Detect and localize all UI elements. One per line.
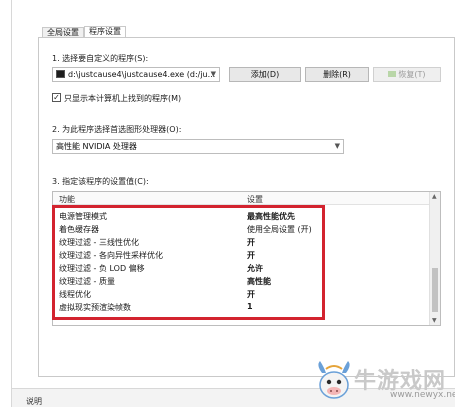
select-program-label: 1. 选择要自定义的程序(S): xyxy=(52,54,149,63)
watermark-url: www.newyx.net xyxy=(390,390,455,400)
show-local-programs-label: 只显示本计算机上找到的程序(M) xyxy=(64,94,182,103)
select-gpu-label: 2. 为此程序选择首选图形处理器(O): xyxy=(52,125,182,134)
remove-program-button[interactable]: 删除(R) xyxy=(305,67,369,82)
show-local-programs-checkbox[interactable]: ✓ xyxy=(52,93,61,102)
specify-settings-label: 3. 指定该程序的设置值(C): xyxy=(52,177,149,186)
scrollbar-thumb[interactable] xyxy=(432,268,438,312)
gpu-processor-select[interactable]: 高性能 NVIDIA 处理器 ▼ xyxy=(52,139,344,154)
watermark: 牛游戏网 www.newyx.net xyxy=(312,357,455,407)
annotation-highlight-box xyxy=(52,205,325,320)
program-select-value: d:\justcause4\justcause4.exe (d:/ju... xyxy=(68,70,216,79)
chevron-down-icon: ▼ xyxy=(210,70,216,78)
description-label: 说明 xyxy=(26,397,42,406)
add-program-button[interactable]: 添加(D) xyxy=(229,67,301,82)
grid-scrollbar[interactable]: ▲ ▼ xyxy=(429,192,440,325)
program-select[interactable]: d:\justcause4\justcause4.exe (d:/ju... ▼ xyxy=(52,67,220,82)
scroll-down-icon[interactable]: ▼ xyxy=(432,317,437,324)
grid-header: 功能 设置 xyxy=(53,192,430,205)
nvidia-icon xyxy=(388,71,397,77)
program-exe-icon xyxy=(56,70,65,78)
chevron-down-icon: ▼ xyxy=(334,142,340,150)
restore-program-button[interactable]: 恢复(T) xyxy=(373,67,441,82)
left-window-edge xyxy=(0,0,12,407)
scroll-up-icon[interactable]: ▲ xyxy=(432,193,437,200)
cow-mascot-icon xyxy=(318,361,350,399)
column-header-setting: 设置 xyxy=(247,195,263,204)
gpu-processor-value: 高性能 NVIDIA 处理器 xyxy=(56,142,137,151)
restore-button-label: 恢复(T) xyxy=(398,70,426,79)
column-header-feature: 功能 xyxy=(59,195,75,204)
